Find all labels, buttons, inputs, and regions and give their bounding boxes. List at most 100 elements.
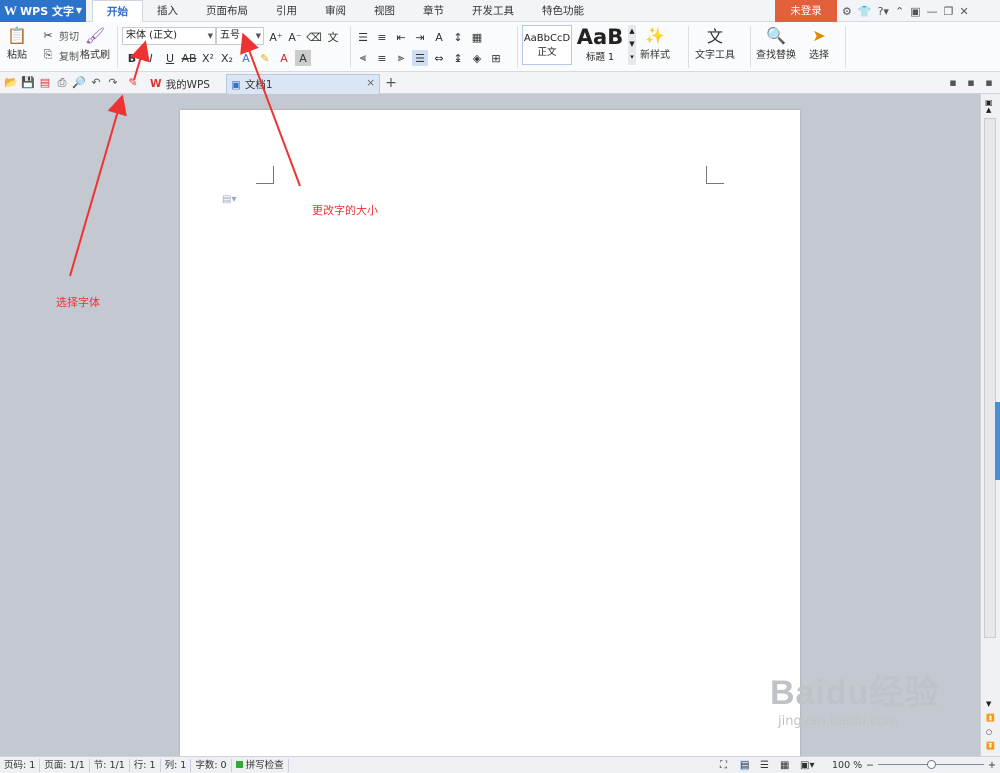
paste-options-icon[interactable]: ▤▾ [222, 194, 236, 205]
distribute-icon[interactable]: ⇔ [431, 50, 447, 66]
side-panel-toggle[interactable] [995, 402, 1000, 480]
print-icon[interactable]: ⎙ [55, 76, 69, 90]
help-icon[interactable]: ?▾ [878, 5, 889, 18]
outline-view-icon[interactable]: ☰ [760, 760, 769, 771]
justify-icon[interactable]: ☰ [412, 50, 428, 66]
close-icon[interactable]: ✕ [959, 5, 968, 18]
app-menu-button[interactable]: W WPS 文字 ▼ [0, 0, 86, 22]
text-tools-button[interactable]: 文 文字工具 [695, 24, 735, 61]
italic-icon[interactable]: I [143, 50, 159, 66]
skin-icon[interactable]: ⚙ [842, 5, 852, 18]
style-gallery-scroll[interactable]: ▲ ▼ ▾ [628, 25, 636, 65]
chinese-layout-icon[interactable]: A [431, 29, 447, 45]
phonetic-icon[interactable]: 文 [325, 29, 341, 45]
tab-mywps[interactable]: W 我的WPS [146, 74, 226, 94]
panel2-icon[interactable]: ▪ [964, 76, 978, 90]
shirt-icon[interactable]: 👕 [858, 5, 872, 18]
preview-icon[interactable]: 🔎 [72, 76, 86, 90]
shading-icon[interactable]: ◈ [469, 50, 485, 66]
underline-icon[interactable]: U [162, 50, 178, 66]
panel-icon[interactable]: ▪ [946, 76, 960, 90]
scroll-thumb[interactable] [984, 118, 996, 638]
page-view-icon[interactable]: ▤ [740, 759, 750, 771]
clear-format-icon[interactable]: ⌫ [306, 29, 322, 45]
tab-chapter[interactable]: 章节 [409, 0, 458, 22]
tab-home[interactable]: 开始 [92, 0, 143, 23]
fullscreen-icon[interactable]: ⛶ [720, 760, 727, 771]
undo-icon[interactable]: ↶ [89, 76, 103, 90]
open-icon[interactable]: 📂 [4, 76, 18, 90]
save-icon[interactable]: 💾 [21, 76, 35, 90]
numbering-icon[interactable]: ≡ [374, 29, 390, 45]
close-tab-icon[interactable]: × [366, 77, 375, 89]
pdf-icon[interactable]: ▤ [38, 76, 52, 90]
tab-view[interactable]: 视图 [360, 0, 409, 22]
zoom-out-icon[interactable]: − [866, 760, 874, 771]
sort-icon[interactable]: ↕ [450, 29, 466, 45]
grow-font-icon[interactable]: A⁺ [268, 29, 284, 45]
browse-object-icon[interactable]: ○ [986, 728, 992, 736]
panel3-icon[interactable]: ▪ [982, 76, 996, 90]
select-button[interactable]: ➤ 选择 [808, 24, 830, 62]
reading-view-icon[interactable]: ▣▾ [800, 760, 814, 771]
increase-indent-icon[interactable]: ⇥ [412, 29, 428, 45]
decrease-indent-icon[interactable]: ⇤ [393, 29, 409, 45]
tab-insert[interactable]: 插入 [143, 0, 192, 22]
status-row[interactable]: 行: 1 [130, 758, 161, 772]
new-style-button[interactable]: ✨ 新样式 [640, 24, 670, 62]
char-shading-icon[interactable]: A [295, 50, 311, 66]
status-page-no[interactable]: 页码: 1 [0, 758, 41, 772]
strikethrough-icon[interactable]: AB [181, 50, 197, 66]
text-effect-icon[interactable]: A [238, 50, 254, 66]
style-normal[interactable]: AaBbCcD 正文 [522, 25, 572, 65]
login-button[interactable]: 未登录 [775, 0, 837, 22]
redo-icon[interactable]: ↷ [106, 76, 120, 90]
bullets-icon[interactable]: ☰ [355, 29, 371, 45]
scroll-down-icon[interactable]: ▼ [986, 700, 991, 708]
status-pages[interactable]: 页面: 1/1 [40, 758, 90, 772]
format-painter-button[interactable]: 🖌 格式刷 [80, 24, 110, 62]
restore-icon[interactable]: ▣ [910, 5, 920, 18]
font-name-select[interactable]: 宋体 (正文) ▼ [122, 27, 216, 45]
font-color-icon[interactable]: A [276, 50, 292, 66]
status-col[interactable]: 列: 1 [161, 758, 192, 772]
document-page[interactable]: ▤▾ [180, 110, 800, 770]
font-size-select[interactable]: 五号 ▼ [216, 27, 264, 45]
border-icon[interactable]: ⊞ [488, 50, 504, 66]
copy-button[interactable]: ⎘ 复制 [40, 45, 79, 65]
align-right-icon[interactable]: ⫸ [393, 50, 409, 66]
zoom-slider-handle[interactable] [927, 760, 936, 769]
shrink-font-icon[interactable]: A⁻ [287, 29, 303, 45]
tab-references[interactable]: 引用 [262, 0, 311, 22]
bold-icon[interactable]: B [124, 50, 140, 66]
status-words[interactable]: 字数: 0 [191, 758, 232, 772]
paste-button[interactable]: 📋 粘贴 [6, 24, 28, 62]
next-page-icon[interactable]: ⏬ [986, 742, 995, 750]
zoom-in-icon[interactable]: + [988, 760, 996, 771]
tab-developer[interactable]: 开发工具 [458, 0, 528, 22]
prev-page-icon[interactable]: ⏫ [986, 714, 995, 722]
align-center-icon[interactable]: ≡ [374, 50, 390, 66]
minimize-icon[interactable]: — [927, 5, 938, 18]
table-icon[interactable]: ▦ [469, 29, 485, 45]
web-view-icon[interactable]: ▦ [780, 760, 789, 771]
find-replace-button[interactable]: 🔍 查找替换 [756, 24, 796, 62]
tab-page-layout[interactable]: 页面布局 [192, 0, 262, 22]
vertical-scrollbar[interactable]: ▣ ▲ ▼ ⏫ ○ ⏬ [980, 94, 1000, 756]
status-section[interactable]: 节: 1/1 [90, 758, 130, 772]
style-heading1[interactable]: AaB 标题 1 [574, 25, 626, 65]
align-left-icon[interactable]: ⫷ [355, 50, 371, 66]
subscript-icon[interactable]: X₂ [219, 50, 235, 66]
zoom-level[interactable]: 100 % [832, 760, 862, 771]
tab-document1[interactable]: ▣ 文档1 × [226, 74, 380, 94]
cut-button[interactable]: ✂ 剪切 [40, 25, 79, 45]
maximize-icon[interactable]: ❐ [944, 5, 954, 18]
scroll-up-icon[interactable]: ▲ [986, 106, 991, 114]
spell-check[interactable]: 拼写检查 [232, 758, 289, 772]
tab-features[interactable]: 特色功能 [528, 0, 598, 22]
minimize-ribbon-icon[interactable]: ⌃ [895, 5, 904, 18]
tab-review[interactable]: 审阅 [311, 0, 360, 22]
superscript-icon[interactable]: X² [200, 50, 216, 66]
new-tab-icon[interactable]: + [384, 76, 398, 90]
brush-icon[interactable]: ✎ [126, 76, 140, 90]
